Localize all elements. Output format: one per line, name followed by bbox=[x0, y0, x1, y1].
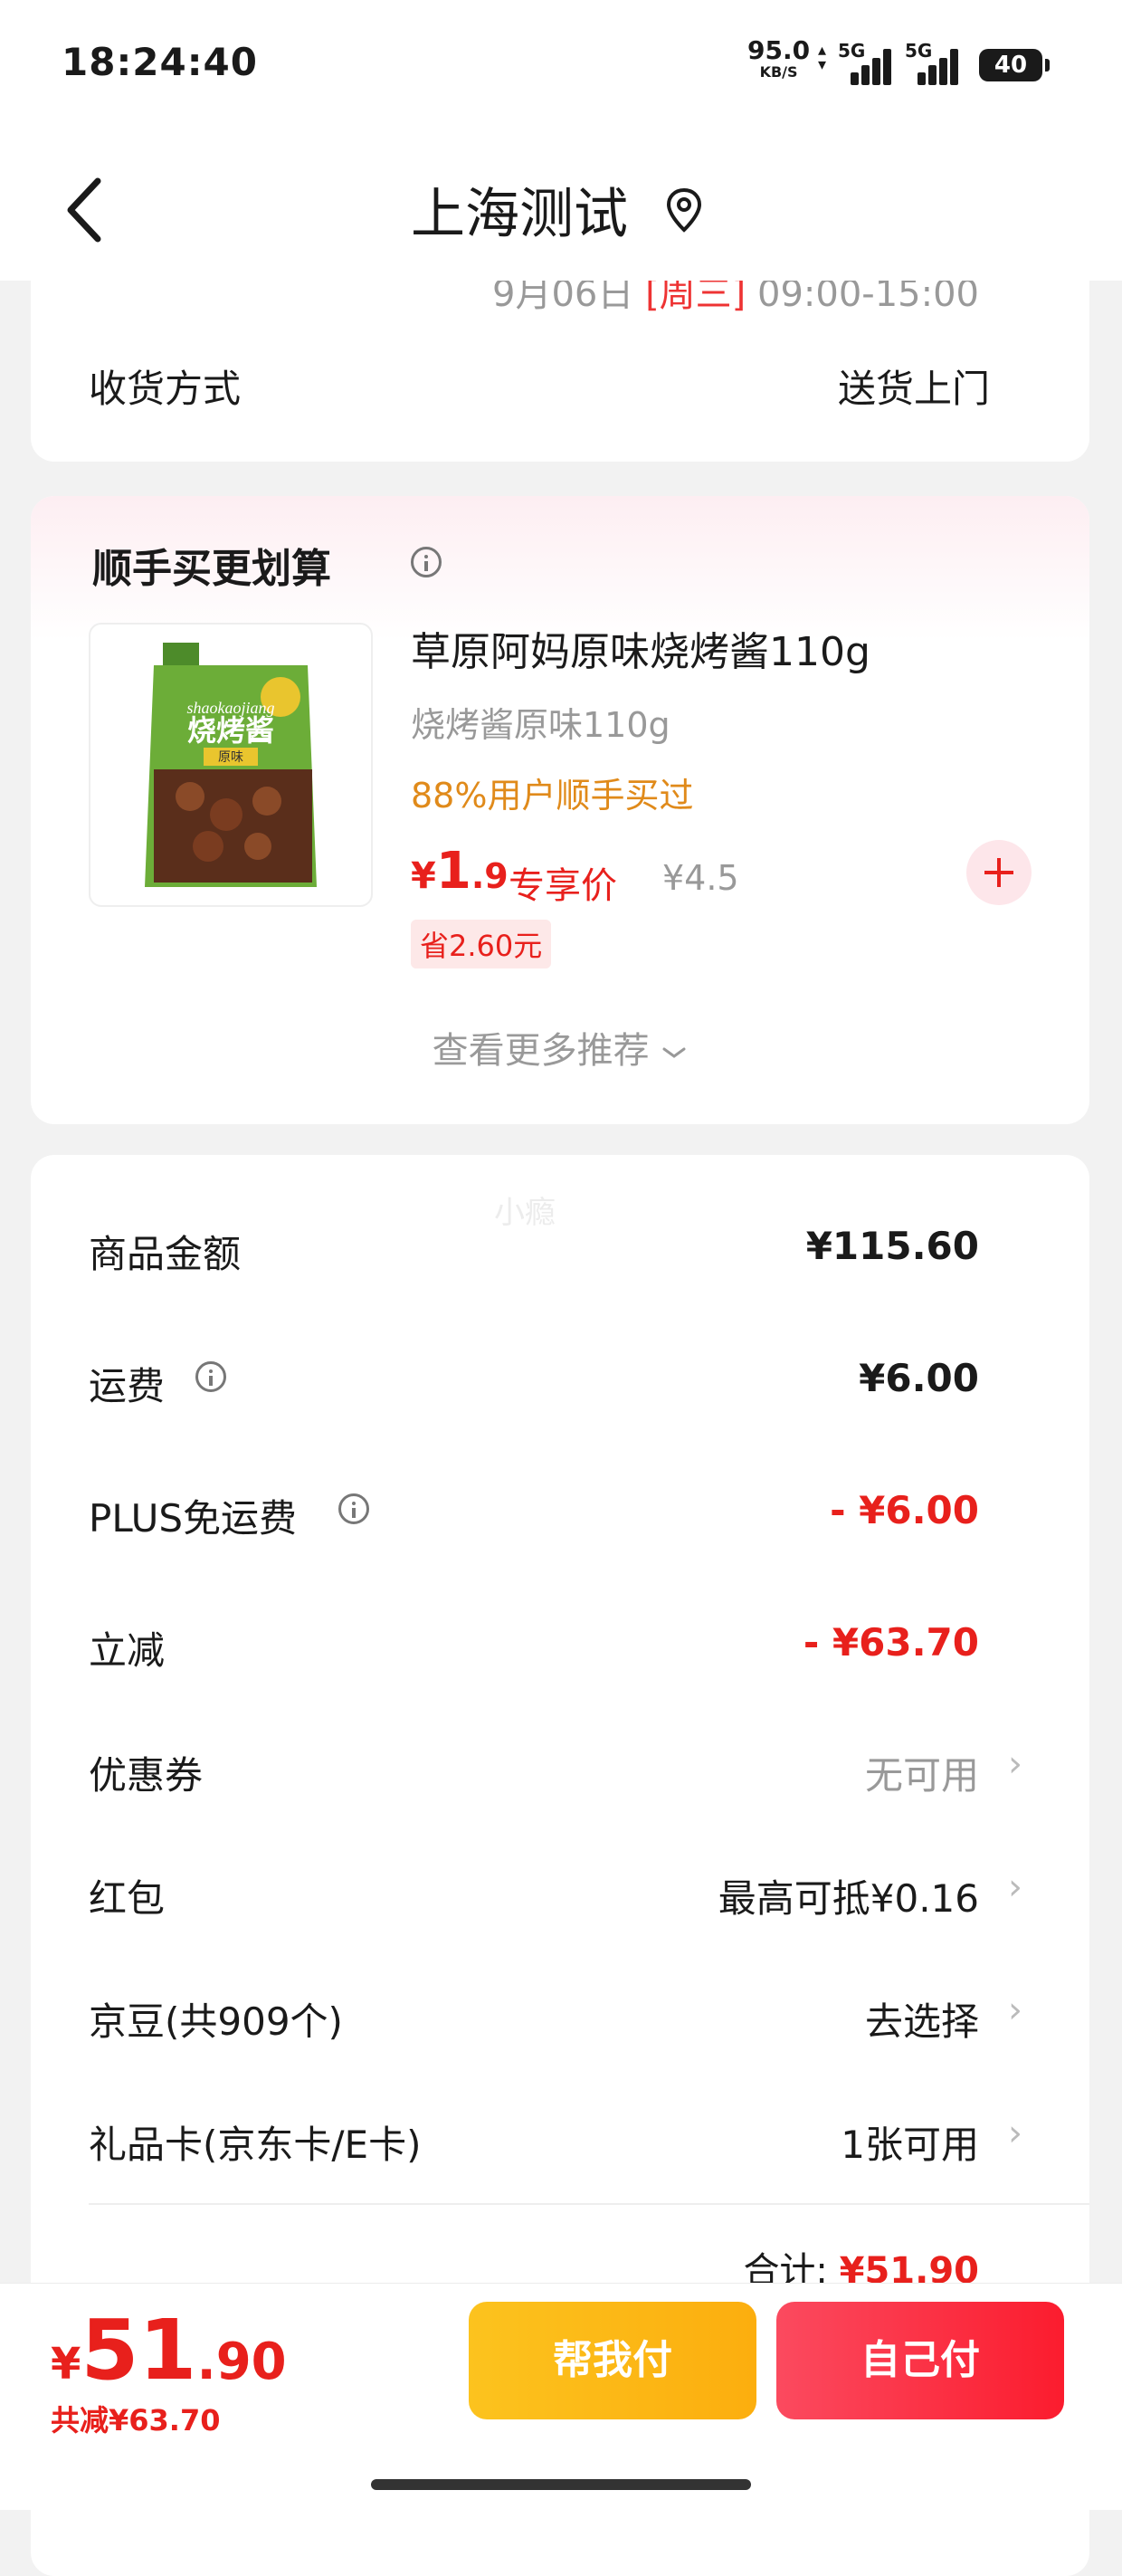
data-arrows-icon: ▴ ▾ bbox=[818, 41, 827, 75]
chevron-right-icon[interactable]: › bbox=[1008, 2113, 1022, 2154]
goods-amount-label: 商品金额 bbox=[89, 1232, 242, 1276]
more-recommend-label: 查看更多推荐 bbox=[432, 1030, 650, 1072]
sim2-label: 5G bbox=[905, 40, 933, 62]
battery-level: 40 bbox=[994, 52, 1028, 79]
network-speed: 95.0 KB/S bbox=[747, 38, 810, 80]
product-name[interactable]: 草原阿妈原味烧烤酱110g bbox=[411, 619, 870, 677]
location-icon[interactable] bbox=[664, 185, 704, 239]
back-icon[interactable] bbox=[58, 174, 112, 246]
info-icon[interactable] bbox=[195, 1361, 226, 1392]
recommend-title: 顺手买更划算 bbox=[92, 546, 331, 592]
chevron-right-icon[interactable]: › bbox=[1008, 1989, 1022, 2031]
instant-discount-label: 立减 bbox=[89, 1628, 166, 1673]
status-time: 18:24:40 bbox=[62, 40, 258, 84]
goods-amount-value: ¥115.60 bbox=[805, 1224, 979, 1268]
home-indicator[interactable] bbox=[371, 2479, 751, 2490]
delivery-time-range: 09:00-15:00 bbox=[757, 281, 979, 315]
product-image-sub: 原味 bbox=[218, 750, 243, 765]
divider bbox=[89, 2203, 1089, 2205]
help-pay-button[interactable]: 帮我付 bbox=[469, 2302, 756, 2419]
plus-free-shipping-label: PLUS免运费 bbox=[89, 1496, 298, 1541]
watermark: 小瘾 bbox=[494, 1195, 556, 1231]
pay-amount: ¥51.90 bbox=[51, 2302, 287, 2399]
price-dec: .9 bbox=[471, 856, 509, 896]
info-icon[interactable] bbox=[411, 547, 442, 577]
price-yen: ¥ bbox=[411, 855, 436, 897]
page-title[interactable]: 上海测试 bbox=[411, 170, 628, 249]
product-image-label: 烧烤酱 bbox=[187, 713, 274, 748]
pay-dec: .90 bbox=[196, 2333, 287, 2391]
chevron-right-icon[interactable]: › bbox=[1008, 1743, 1022, 1785]
delivery-card: 9月06日 [周三] 09:00-15:00 收货方式 送货上门 bbox=[31, 281, 1089, 462]
more-recommend-link[interactable]: 查看更多推荐 bbox=[31, 1021, 1089, 1073]
jd-beans-value[interactable]: 去选择 bbox=[865, 1991, 979, 2046]
net-speed-value: 95.0 bbox=[747, 35, 811, 65]
nav-bar: 上海测试 bbox=[0, 136, 1122, 281]
pay-int: 51 bbox=[81, 2302, 197, 2399]
delivery-time-text: 9月06日 [周三] 09:00-15:00 bbox=[492, 281, 979, 317]
signal-icon: 5G bbox=[838, 40, 892, 85]
add-to-cart-button[interactable] bbox=[966, 840, 1032, 905]
net-speed-unit: KB/S bbox=[759, 63, 798, 81]
gift-card-value[interactable]: 1张可用 bbox=[841, 2114, 979, 2170]
delivery-method-value[interactable]: 送货上门 bbox=[838, 358, 990, 414]
gift-card-label: 礼品卡(京东卡/E卡) bbox=[89, 2123, 422, 2167]
sim1-label: 5G bbox=[838, 40, 866, 62]
checkout-bar: ¥51.90 共减¥63.70 帮我付 自己付 bbox=[0, 2283, 1122, 2510]
self-pay-button[interactable]: 自己付 bbox=[776, 2302, 1064, 2419]
exclusive-price-label: 专享价 bbox=[509, 865, 617, 907]
product-spec: 烧烤酱原味110g bbox=[411, 705, 670, 745]
save-badge: 省2.60元 bbox=[411, 920, 552, 968]
jd-beans-label: 京豆(共909个) bbox=[89, 1999, 343, 2044]
coupon-label: 优惠券 bbox=[89, 1753, 204, 1798]
recommend-card: 顺手买更划算 shaokaojiang 烧烤酱 原味 草原阿妈原味烧烤酱110g… bbox=[31, 496, 1089, 1124]
delivery-weekday: [周三] bbox=[645, 281, 746, 315]
chevron-down-icon bbox=[662, 1047, 686, 1058]
signal-icon: 5G bbox=[905, 40, 959, 85]
status-bar: 18:24:40 95.0 KB/S ▴ ▾ 5G 5G 40 bbox=[0, 0, 1122, 136]
original-price: ¥4.5 bbox=[662, 858, 739, 898]
price-int: 1 bbox=[435, 842, 471, 901]
plus-free-shipping-value: - ¥6.00 bbox=[830, 1488, 979, 1532]
product-image[interactable]: shaokaojiang 烧烤酱 原味 bbox=[89, 623, 373, 907]
instant-discount-value: - ¥63.70 bbox=[803, 1620, 979, 1665]
coupon-value[interactable]: 无可用 bbox=[865, 1745, 979, 1800]
shipping-label: 运费 bbox=[89, 1364, 166, 1408]
battery-icon: 40 bbox=[979, 49, 1050, 81]
chevron-right-icon[interactable]: › bbox=[1008, 1866, 1022, 1908]
product-buyers: 88%用户顺手买过 bbox=[411, 776, 694, 816]
delivery-date: 9月06日 bbox=[492, 281, 634, 315]
total-saved: 共减¥63.70 bbox=[51, 2403, 221, 2438]
delivery-method-label: 收货方式 bbox=[89, 367, 242, 411]
info-icon[interactable] bbox=[338, 1493, 369, 1524]
product-price: ¥1.9 bbox=[411, 842, 509, 901]
red-packet-value[interactable]: 最高可抵¥0.16 bbox=[718, 1868, 979, 1923]
shipping-value: ¥6.00 bbox=[859, 1356, 979, 1400]
red-packet-label: 红包 bbox=[89, 1876, 166, 1921]
pay-yen: ¥ bbox=[51, 2339, 81, 2390]
